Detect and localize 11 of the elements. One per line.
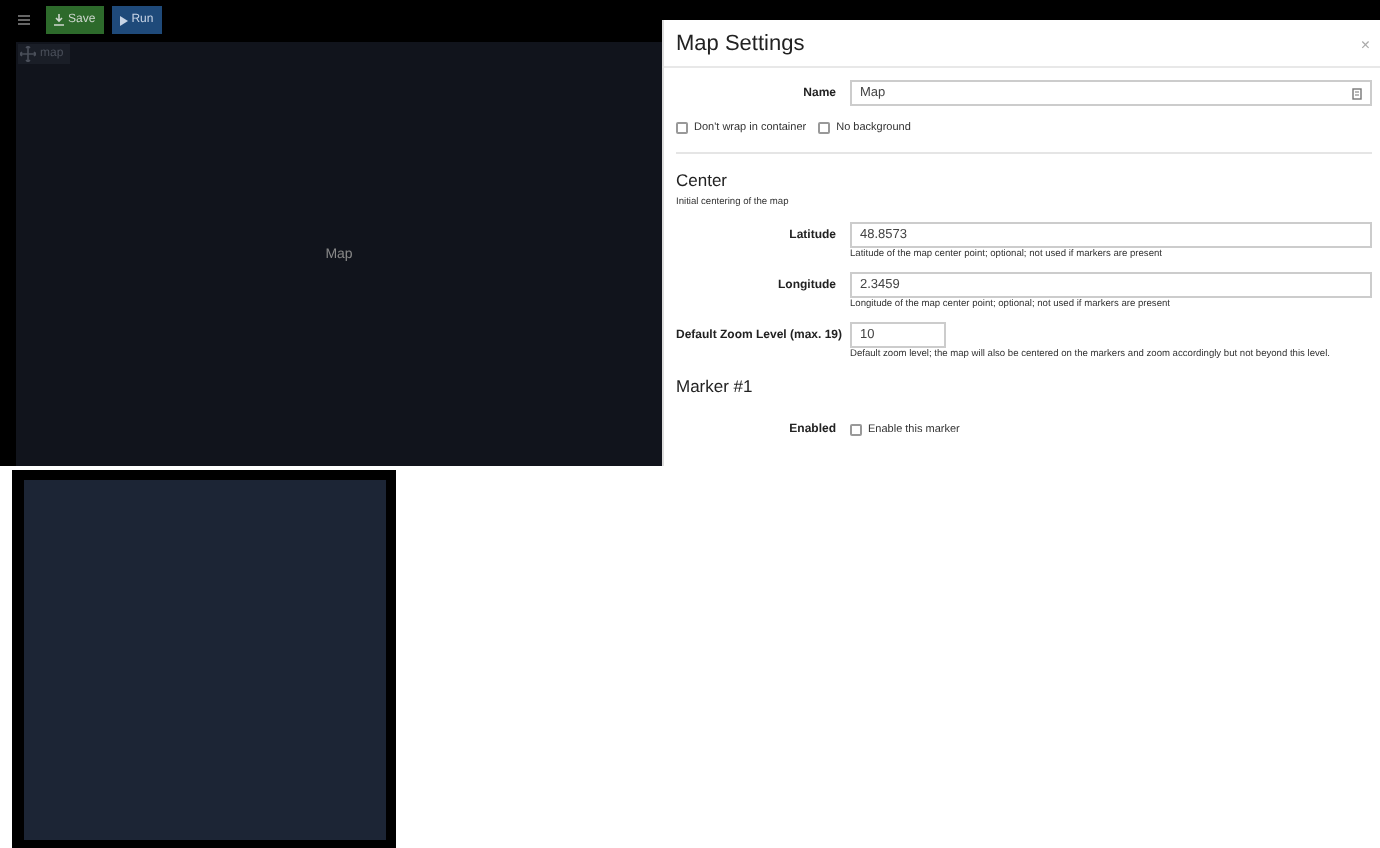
dialog-title: Map Settings [676,32,805,56]
section-title: Center [676,170,730,190]
play-icon [119,15,128,25]
document-icon[interactable] [1352,87,1362,99]
checkbox[interactable] [676,122,688,134]
checkbox[interactable] [850,424,862,436]
menu-icon[interactable] [18,14,30,26]
move-icon[interactable] [20,46,36,62]
section-title: Marker #1 [676,376,755,396]
download-icon [54,14,64,26]
checkbox[interactable] [818,122,831,134]
